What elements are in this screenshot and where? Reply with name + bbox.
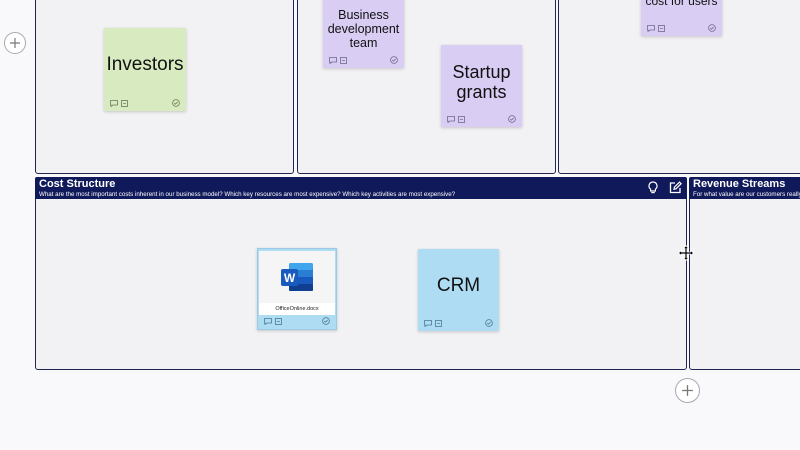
checkmark-icon[interactable] <box>485 319 493 327</box>
sticky-footer <box>329 55 398 65</box>
move-icon[interactable] <box>678 245 694 261</box>
attachment-icon[interactable] <box>121 99 128 107</box>
sticky-text: Business development team <box>327 8 400 50</box>
sticky-text: Investors <box>106 54 184 76</box>
sticky-note-business-development[interactable]: Business development team <box>323 0 404 68</box>
file-name: OfficeOnline.docx <box>275 306 319 312</box>
edit-icon[interactable] <box>669 181 682 194</box>
sticky-text: CRM <box>436 274 481 296</box>
section-subtitle: What are the most important costs inhere… <box>39 191 456 198</box>
sticky-note-investors[interactable]: Investors <box>104 28 186 111</box>
sticky-note-top-right[interactable]: cost for users <box>641 0 722 36</box>
comment-icon[interactable] <box>647 24 655 32</box>
sticky-footer <box>447 114 516 124</box>
sticky-footer <box>424 318 493 328</box>
add-section-button-bottom[interactable] <box>675 378 700 403</box>
attachment-icon[interactable] <box>275 317 282 325</box>
sticky-footer <box>110 98 180 108</box>
plus-icon <box>682 385 693 396</box>
revenue-streams-header: Revenue Streams For what value are our c… <box>689 177 800 199</box>
word-badge-letter: W <box>284 271 296 285</box>
section-subtitle: For what value are our customers really … <box>693 191 800 198</box>
word-icon: W <box>281 263 313 291</box>
section-title: Cost Structure <box>39 178 116 190</box>
comment-icon[interactable] <box>447 115 455 123</box>
sticky-note-crm[interactable]: CRM <box>418 249 499 331</box>
sticky-footer <box>264 316 330 326</box>
checkmark-icon[interactable] <box>322 317 330 325</box>
panel-revenue-streams <box>689 177 800 370</box>
checkmark-icon[interactable] <box>508 115 516 123</box>
add-section-button-top[interactable] <box>4 32 26 54</box>
panel-cost-structure <box>35 177 687 370</box>
attachment-icon[interactable] <box>435 319 442 327</box>
checkmark-icon[interactable] <box>708 24 716 32</box>
comment-icon[interactable] <box>110 99 118 107</box>
sticky-text: cost for users <box>645 0 718 8</box>
attachment-icon[interactable] <box>458 115 465 123</box>
lightbulb-icon[interactable] <box>647 181 659 194</box>
checkmark-icon[interactable] <box>172 99 180 107</box>
plus-icon <box>10 38 20 48</box>
attachment-icon[interactable] <box>658 24 665 32</box>
checkmark-icon[interactable] <box>390 56 398 64</box>
file-card-officeonline[interactable]: W OfficeOnline.docx <box>257 248 337 330</box>
file-name-bar: OfficeOnline.docx <box>259 303 335 315</box>
cost-structure-header: Cost Structure What are the most importa… <box>35 177 687 199</box>
sticky-text: Startup grants <box>452 62 511 102</box>
sticky-footer <box>647 23 716 33</box>
file-preview: W <box>259 251 335 303</box>
sticky-note-startup-grants[interactable]: Startup grants <box>441 45 522 127</box>
comment-icon[interactable] <box>329 56 337 64</box>
comment-icon[interactable] <box>424 319 432 327</box>
attachment-icon[interactable] <box>340 56 347 64</box>
section-title: Revenue Streams <box>693 178 786 190</box>
comment-icon[interactable] <box>264 317 272 325</box>
